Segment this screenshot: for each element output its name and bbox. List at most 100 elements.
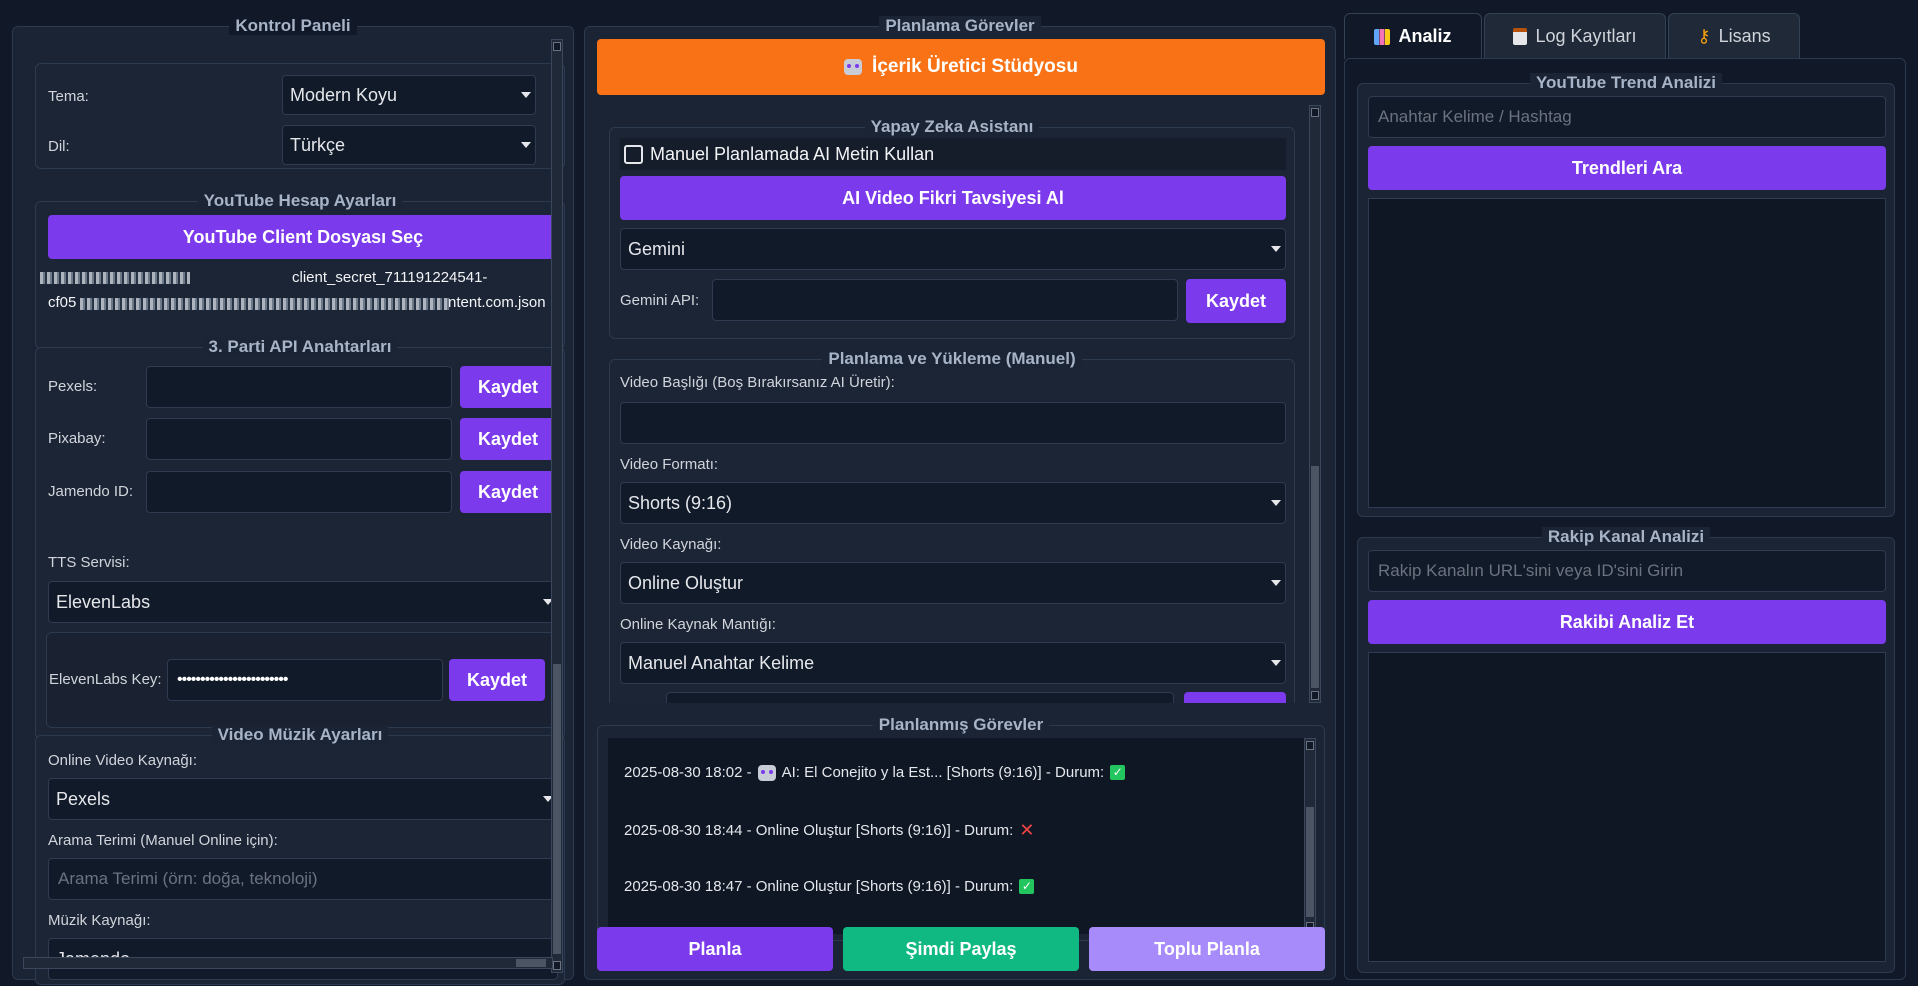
jamendo-id-input[interactable] (146, 471, 452, 513)
online-logic-label: Online Kaynak Mantığı: (620, 616, 776, 633)
video-title-input[interactable] (620, 402, 1286, 444)
clipboard-icon (1513, 28, 1528, 45)
search-term-input[interactable]: Arama Terimi (örn: doğa, teknoloji) (48, 858, 558, 900)
gemini-api-label: Gemini API: (620, 292, 700, 309)
rival-analysis-title: Rakip Kanal Analizi (1358, 527, 1894, 547)
scroll-up-arrow-icon[interactable] (1306, 741, 1314, 750)
redacted-text (40, 272, 190, 284)
pexels-label: Pexels: (48, 378, 98, 395)
chevron-down-icon (1271, 580, 1281, 586)
trend-keyword-input[interactable]: Anahtar Kelime / Hashtag (1368, 96, 1886, 138)
trend-results-area[interactable] (1368, 198, 1886, 508)
planning-panel-title: Planlama Görevler (585, 16, 1335, 36)
analysis-panel: YouTube Trend Analizi Anahtar Kelime / H… (1344, 58, 1906, 980)
scroll-down-arrow-icon[interactable] (553, 961, 561, 970)
api-keys-group: 3. Parti API Anahtarları Pexels: Kaydet … (35, 337, 565, 739)
client-file-path-line1: client_secret_711191224541- (292, 269, 488, 286)
tab-log[interactable]: Log Kayıtları (1484, 13, 1666, 59)
share-now-button[interactable]: Şimdi Paylaş (843, 927, 1079, 971)
scroll-up-arrow-icon[interactable] (553, 42, 561, 51)
planned-tasks-title: Planlanmış Görevler (598, 715, 1324, 735)
scrollbar-thumb[interactable] (516, 959, 546, 967)
theme-label: Tema: (48, 88, 89, 105)
appearance-group: Tema: Modern Koyu Dil: Türkçe (35, 63, 565, 169)
tts-service-select[interactable]: ElevenLabs (48, 581, 558, 623)
tasks-vertical-scrollbar[interactable] (1304, 738, 1316, 934)
planning-vertical-scrollbar[interactable] (1309, 105, 1321, 703)
task-text: 2025-08-30 18:02 - (624, 764, 752, 781)
keyword-action-button[interactable] (1184, 692, 1286, 703)
online-logic-select[interactable]: Manuel Anahtar Kelime (620, 642, 1286, 684)
save-pixabay-button[interactable]: Kaydet (460, 418, 556, 460)
control-panel-title: Kontrol Paneli (13, 16, 573, 36)
left-vertical-scrollbar[interactable] (551, 39, 563, 973)
client-file-path-end: ntent.com.json (448, 294, 546, 311)
tab-analiz[interactable]: Analiz (1344, 13, 1482, 59)
plan-button[interactable]: Planla (597, 927, 833, 971)
tab-label: Lisans (1718, 26, 1771, 46)
theme-select[interactable]: Modern Koyu (282, 75, 536, 115)
manual-planning-group: Planlama ve Yükleme (Manuel) Video Başlı… (609, 349, 1295, 703)
keyword-input[interactable] (666, 692, 1174, 703)
select-client-file-button[interactable]: YouTube Client Dosyası Seç (48, 215, 558, 259)
tasks-list[interactable]: 2025-08-30 18:02 - AI: El Conejito y la … (608, 738, 1304, 934)
gemini-api-input[interactable] (712, 279, 1178, 321)
youtube-account-group: YouTube Hesap Ayarları YouTube Client Do… (35, 191, 565, 349)
scrollbar-thumb[interactable] (1311, 466, 1319, 688)
ai-assistant-title: Yapay Zeka Asistanı (610, 117, 1294, 137)
search-trends-button[interactable]: Trendleri Ara (1368, 146, 1886, 190)
pexels-key-input[interactable] (146, 366, 452, 408)
manual-planning-title: Planlama ve Yükleme (Manuel) (610, 349, 1294, 369)
pixabay-key-input[interactable] (146, 418, 452, 460)
elevenlabs-key-input[interactable]: •••••••••••••••••••••••• (167, 659, 443, 701)
tts-service-value: ElevenLabs (56, 591, 151, 612)
check-icon: ✓ (1110, 765, 1126, 780)
control-panel: Kontrol Paneli Tema: Modern Koyu Dil: Tü… (12, 16, 574, 985)
rival-results-area[interactable] (1368, 652, 1886, 962)
robot-icon (844, 59, 863, 75)
scroll-down-arrow-icon[interactable] (1311, 691, 1319, 700)
scrollbar-thumb[interactable] (553, 664, 561, 954)
ai-assistant-group: Yapay Zeka Asistanı Manuel Planlamada AI… (609, 117, 1295, 339)
chevron-down-icon (1271, 660, 1281, 666)
rival-analysis-group: Rakip Kanal Analizi Rakip Kanalın URL'si… (1357, 527, 1895, 973)
key-icon: ⚷ (1697, 26, 1711, 46)
video-format-select[interactable]: Shorts (9:16) (620, 482, 1286, 524)
save-gemini-button[interactable]: Kaydet (1186, 279, 1286, 323)
language-select[interactable]: Türkçe (282, 125, 536, 165)
planning-scroll-area: Yapay Zeka Asistanı Manuel Planlamada AI… (597, 105, 1325, 703)
save-pexels-button[interactable]: Kaydet (460, 366, 556, 408)
ai-text-checkbox-row[interactable]: Manuel Planlamada AI Metin Kullan (620, 138, 1286, 170)
youtube-account-title: YouTube Hesap Ayarları (36, 191, 564, 211)
content-studio-button[interactable]: İçerik Üretici Stüdyosu (597, 39, 1325, 95)
client-file-path-line2: cf05 (48, 294, 77, 311)
scrollbar-thumb[interactable] (1306, 807, 1314, 917)
task-item[interactable]: 2025-08-30 18:44 - Online Oluştur [Short… (624, 820, 1034, 841)
elevenlabs-key-label: ElevenLabs Key: (49, 671, 162, 688)
analyze-rival-button[interactable]: Rakibi Analiz Et (1368, 600, 1886, 644)
left-horizontal-scrollbar[interactable] (23, 957, 553, 969)
planning-panel: Planlama Görevler İçerik Üretici Stüdyos… (584, 16, 1336, 980)
rival-channel-input[interactable]: Rakip Kanalın URL'sini veya ID'sini Giri… (1368, 550, 1886, 592)
api-keys-title: 3. Parti API Anahtarları (36, 337, 564, 357)
online-video-source-select[interactable]: Pexels (48, 778, 558, 820)
video-format-value: Shorts (9:16) (628, 492, 733, 513)
tts-service-label: TTS Servisi: (48, 554, 130, 571)
bulk-plan-button[interactable]: Toplu Planla (1089, 927, 1325, 971)
redacted-text (80, 298, 450, 310)
ai-model-select[interactable]: Gemini (620, 228, 1286, 270)
ai-video-idea-button[interactable]: AI Video Fikri Tavsiyesi Al (620, 176, 1286, 220)
task-text: 2025-08-30 18:44 - Online Oluştur [Short… (624, 822, 1014, 839)
save-elevenlabs-button[interactable]: Kaydet (449, 659, 545, 701)
online-video-source-label: Online Video Kaynağı: (48, 752, 197, 769)
checkbox[interactable] (624, 145, 643, 164)
jamendo-label: Jamendo ID: (48, 483, 134, 500)
tab-lisans[interactable]: ⚷ Lisans (1668, 13, 1800, 59)
online-logic-value: Manuel Anahtar Kelime (628, 652, 815, 673)
task-item[interactable]: 2025-08-30 18:47 - Online Oluştur [Short… (624, 878, 1035, 895)
video-source-select[interactable]: Online Oluştur (620, 562, 1286, 604)
chevron-down-icon (521, 142, 531, 148)
save-jamendo-button[interactable]: Kaydet (460, 471, 556, 513)
scroll-up-arrow-icon[interactable] (1311, 108, 1319, 117)
task-item[interactable]: 2025-08-30 18:02 - AI: El Conejito y la … (624, 764, 1126, 781)
